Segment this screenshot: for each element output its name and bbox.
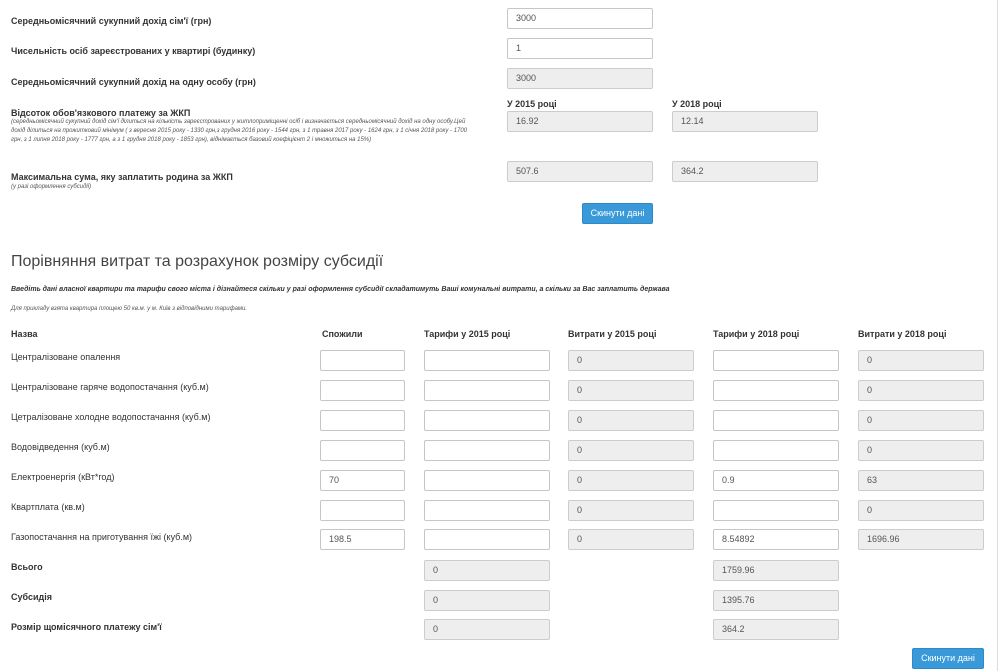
col-header-cost-2015: Витрати у 2015 році: [568, 329, 657, 339]
section-title: Порівняння витрат та розрахунок розміру …: [11, 253, 384, 270]
section-intro: Введіть дані власної квартири та тарифи …: [11, 286, 670, 293]
cost-2018-output: 63: [858, 470, 984, 491]
tariff-2015-input[interactable]: [424, 440, 550, 461]
monthly-payment-2015-output: 0: [424, 619, 550, 640]
tariff-2015-input[interactable]: [424, 500, 550, 521]
used-input[interactable]: [320, 380, 405, 401]
col-header-name: Назва: [11, 329, 38, 339]
cost-2018-output: 0: [858, 500, 984, 521]
tariff-2015-input[interactable]: [424, 410, 550, 431]
max-sum-label: Максимальна сума, яку заплатить родина з…: [11, 172, 233, 182]
cost-2015-output: 0: [568, 470, 694, 491]
tariff-2015-input[interactable]: [424, 350, 550, 371]
cost-2018-output: 0: [858, 440, 984, 461]
col-header-tariff-2018: Тарифи у 2018 році: [713, 329, 800, 339]
percent-label: Відсоток обов'язкового платежу за ЖКП: [11, 108, 191, 118]
tariff-2018-input[interactable]: 8.54892: [713, 529, 839, 550]
used-input[interactable]: [320, 410, 405, 431]
total-2018-output: 1759.96: [713, 560, 839, 581]
total-label: Всього: [11, 562, 43, 572]
subsidy-2018-output: 1395.76: [713, 590, 839, 611]
row-label: Електроенергія (кВт*год): [11, 472, 115, 482]
persons-label: Чисельність осіб зареєстрованих у кварти…: [11, 46, 256, 56]
max-sum-2018-output: 364.2: [672, 161, 818, 182]
cost-2015-output: 0: [568, 350, 694, 371]
cost-2015-output: 0: [568, 500, 694, 521]
used-input[interactable]: [320, 500, 405, 521]
reset-button-top[interactable]: Скинути дані: [582, 203, 653, 224]
cost-2018-output: 1696.96: [858, 529, 984, 550]
cost-2015-output: 0: [568, 380, 694, 401]
row-label: Водовідведення (куб.м): [11, 442, 110, 452]
per-person-output: 3000: [507, 68, 653, 89]
section-example: Для прикладу взята квартира площею 50 кв…: [11, 306, 248, 312]
cost-2018-output: 0: [858, 380, 984, 401]
cost-2015-output: 0: [568, 529, 694, 550]
tariff-2015-input[interactable]: [424, 529, 550, 550]
cost-2018-output: 0: [858, 410, 984, 431]
used-input[interactable]: [320, 440, 405, 461]
avg-income-label: Середньомісячний сукупний дохід сім'ї (г…: [11, 16, 212, 26]
avg-income-input[interactable]: 3000: [507, 8, 653, 29]
year-2018-label: У 2018 році: [672, 99, 722, 109]
percent-2015-output: 16.92: [507, 111, 653, 132]
tariff-2015-input[interactable]: [424, 470, 550, 491]
col-header-tariff-2015: Тарифи у 2015 році: [424, 329, 511, 339]
per-person-label: Середньомісячний сукупний дохід на одну …: [11, 77, 256, 87]
row-label: Централізоване опалення: [11, 352, 121, 362]
persons-input[interactable]: 1: [507, 38, 653, 59]
row-label: Квартплата (кв.м): [11, 502, 85, 512]
subsidy-2015-output: 0: [424, 590, 550, 611]
subsidy-label: Субсидія: [11, 592, 52, 602]
percent-note: (середньомісячний сукупний дохід сім'ї д…: [11, 119, 468, 143]
tariff-2018-input[interactable]: [713, 380, 839, 401]
cost-2015-output: 0: [568, 410, 694, 431]
row-label: Централізоване гаряче водопостачання (ку…: [11, 382, 209, 392]
col-header-used: Спожили: [322, 329, 363, 339]
tariff-2018-input[interactable]: [713, 440, 839, 461]
used-input[interactable]: [320, 350, 405, 371]
page-border: [997, 0, 998, 671]
tariff-2018-input[interactable]: [713, 350, 839, 371]
tariff-2018-input[interactable]: [713, 410, 839, 431]
monthly-payment-2018-output: 364.2: [713, 619, 839, 640]
used-input[interactable]: 198.5: [320, 529, 405, 550]
max-sum-2015-output: 507.6: [507, 161, 653, 182]
tariff-2018-input[interactable]: 0.9: [713, 470, 839, 491]
tariff-2018-input[interactable]: [713, 500, 839, 521]
row-label: Цетралізоване холодне водопостачання (ку…: [11, 412, 211, 422]
tariff-2015-input[interactable]: [424, 380, 550, 401]
reset-button-bottom[interactable]: Скинути дані: [912, 648, 984, 669]
total-2015-output: 0: [424, 560, 550, 581]
row-label: Газопостачання на приготування їжі (куб.…: [11, 532, 193, 542]
percent-2018-output: 12.14: [672, 111, 818, 132]
col-header-cost-2018: Витрати у 2018 році: [858, 329, 947, 339]
cost-2018-output: 0: [858, 350, 984, 371]
used-input[interactable]: 70: [320, 470, 405, 491]
year-2015-label: У 2015 році: [507, 99, 557, 109]
cost-2015-output: 0: [568, 440, 694, 461]
monthly-payment-label: Розмір щомісячного платежу сім'ї: [11, 622, 162, 632]
max-sum-note: (у разі оформлення субсидії): [11, 184, 92, 190]
